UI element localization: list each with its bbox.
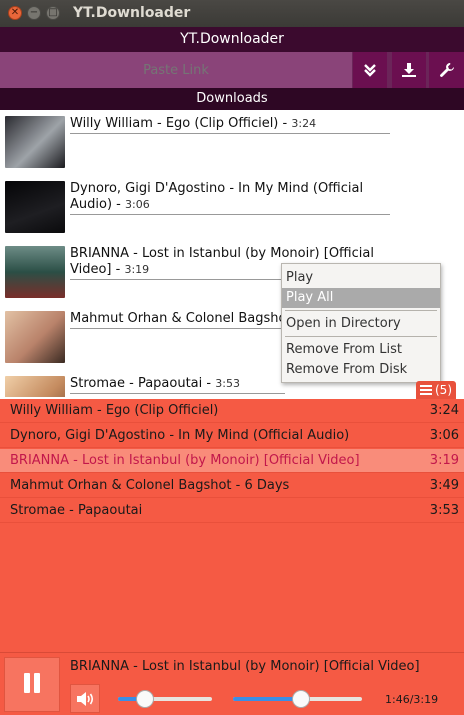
seek-slider[interactable]	[233, 690, 362, 708]
download-item[interactable]: Dynoro, Gigi D'Agostino - In My Mind (Of…	[0, 175, 464, 235]
settings-button[interactable]	[429, 52, 464, 88]
video-thumbnail	[5, 181, 65, 233]
toolbar	[0, 52, 464, 88]
playlist-row[interactable]: Willy William - Ego (Clip Officiel) 3:24	[0, 399, 464, 423]
video-thumbnail	[5, 311, 65, 363]
video-thumbnail	[5, 116, 65, 168]
window-title: YT.Downloader	[73, 5, 191, 21]
maximize-icon: □	[48, 7, 58, 18]
seek-slider-fill	[233, 697, 302, 701]
downloads-section-header: Downloads	[0, 88, 464, 110]
context-menu: Play Play All Open in Directory Remove F…	[281, 263, 441, 383]
track-duration: 3:53	[429, 503, 459, 518]
menu-item-play-all[interactable]: Play All	[282, 288, 440, 308]
playlist-row[interactable]: Dynoro, Gigi D'Agostino - In My Mind (Of…	[0, 424, 464, 448]
seek-slider-handle[interactable]	[292, 690, 311, 708]
now-playing-title: BRIANNA - Lost in Istanbul (by Monoir) […	[70, 659, 420, 674]
player-bar: BRIANNA - Lost in Istanbul (by Monoir) […	[0, 652, 464, 715]
download-title: Willy William - Ego (Clip Officiel) - 3:…	[70, 116, 390, 134]
playlist-count: (5)	[435, 383, 452, 397]
video-thumbnail	[5, 246, 65, 298]
volume-slider[interactable]	[118, 690, 212, 708]
menu-separator	[285, 310, 437, 311]
menu-icon	[420, 385, 432, 395]
volume-button[interactable]	[70, 684, 100, 713]
download-title: Stromae - Papaoutai - 3:53	[70, 376, 285, 394]
track-title: Dynoro, Gigi D'Agostino - In My Mind (Of…	[10, 428, 350, 443]
window-minimize-button[interactable]: −	[27, 6, 41, 20]
window-close-button[interactable]: ✕	[8, 6, 22, 20]
chevrons-down-icon	[364, 64, 376, 77]
playlist-row-active[interactable]: BRIANNA - Lost in Istanbul (by Monoir) […	[0, 449, 464, 473]
pause-icon	[22, 672, 42, 697]
track-title: Stromae - Papaoutai	[10, 503, 143, 518]
video-thumbnail	[5, 376, 65, 397]
track-duration: 3:49	[429, 478, 459, 493]
menu-item-remove-from-list[interactable]: Remove From List	[282, 340, 440, 360]
playlist-row[interactable]: Mahmut Orhan & Colonel Bagshot - 6 Days …	[0, 474, 464, 498]
track-duration: 3:06	[429, 428, 459, 443]
volume-slider-handle[interactable]	[136, 690, 155, 708]
wrench-icon	[439, 63, 454, 77]
download-button[interactable]	[392, 52, 426, 88]
playlist-toggle-button[interactable]: (5)	[416, 381, 456, 399]
menu-item-play[interactable]: Play	[282, 268, 440, 288]
paste-link-input[interactable]	[0, 52, 352, 88]
track-title: BRIANNA - Lost in Istanbul (by Monoir) […	[10, 453, 360, 468]
download-item[interactable]: Willy William - Ego (Clip Officiel) - 3:…	[0, 110, 464, 170]
pause-button[interactable]	[4, 657, 60, 712]
menu-item-remove-from-disk[interactable]: Remove From Disk	[282, 360, 440, 380]
expand-button[interactable]	[353, 52, 387, 88]
app-header: YT.Downloader	[0, 27, 464, 52]
download-icon	[402, 63, 416, 77]
close-icon: ✕	[10, 7, 20, 18]
speaker-icon	[77, 691, 94, 706]
playback-time: 1:46/3:19	[385, 693, 439, 706]
playlist: Willy William - Ego (Clip Officiel) 3:24…	[0, 399, 464, 652]
track-title: Mahmut Orhan & Colonel Bagshot - 6 Days	[10, 478, 290, 493]
menu-separator	[285, 336, 437, 337]
track-duration: 3:24	[429, 403, 459, 418]
download-title: Mahmut Orhan & Colonel Bagsho	[70, 311, 285, 329]
window-titlebar: ✕ − □ YT.Downloader	[0, 0, 464, 27]
window-maximize-button[interactable]: □	[46, 6, 60, 20]
menu-item-open-in-directory[interactable]: Open in Directory	[282, 314, 440, 334]
download-title: Dynoro, Gigi D'Agostino - In My Mind (Of…	[70, 181, 390, 215]
playlist-row[interactable]: Stromae - Papaoutai 3:53	[0, 499, 464, 523]
track-duration: 3:19	[429, 453, 459, 468]
track-title: Willy William - Ego (Clip Officiel)	[10, 403, 219, 418]
minimize-icon: −	[29, 7, 39, 18]
